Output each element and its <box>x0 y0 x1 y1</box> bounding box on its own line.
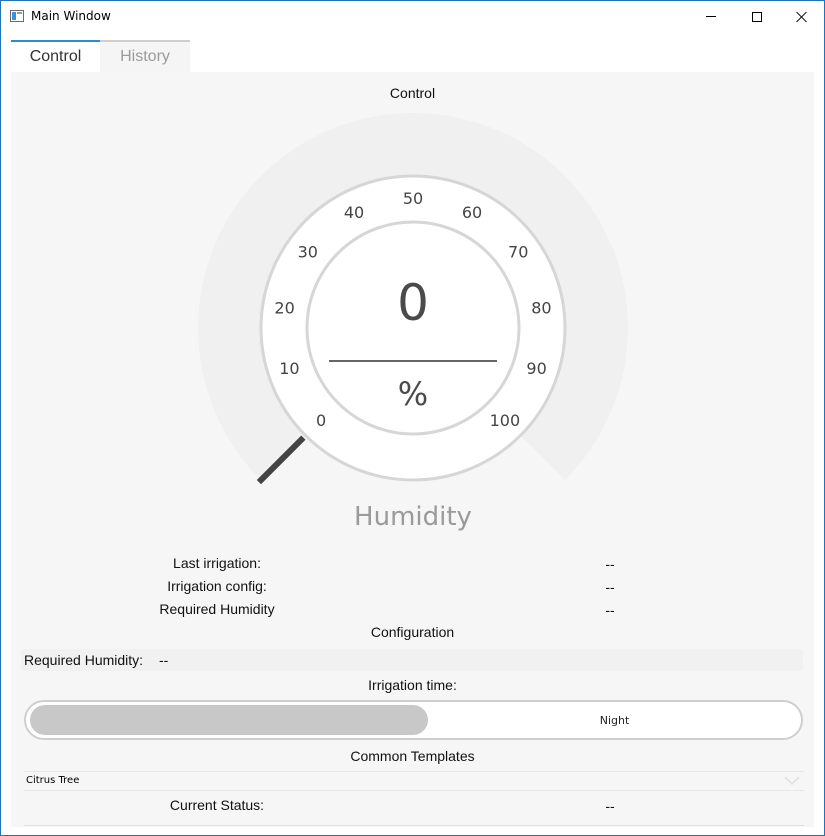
templates-selected-value: Citrus Tree <box>26 775 80 786</box>
title-bar: Main Window <box>1 1 824 32</box>
irrigation-config-label: Irrigation config: <box>167 578 267 594</box>
gauge-tick-60: 60 <box>462 203 482 222</box>
gauge-tick-20: 20 <box>274 299 294 318</box>
window-title: Main Window <box>31 9 111 23</box>
required-humidity-input[interactable]: Required Humidity: -- <box>21 649 803 671</box>
required-humidity-field-label: Required Humidity: <box>24 652 144 668</box>
tab-control[interactable]: Control <box>11 40 100 72</box>
gauge-tick-100: 100 <box>490 411 521 430</box>
gauge-tick-40: 40 <box>344 203 364 222</box>
close-icon <box>796 11 808 23</box>
gauge-tick-50: 50 <box>403 189 423 208</box>
gauge-tick-70: 70 <box>508 243 528 262</box>
app-window-icon <box>10 10 24 22</box>
maximize-icon <box>752 11 762 22</box>
tab-history[interactable]: History <box>100 40 190 72</box>
gauge-tick-0: 0 <box>316 411 326 430</box>
chevron-down-icon <box>784 776 800 786</box>
current-status-label: Current Status: <box>169 797 265 813</box>
last-irrigation-label: Last irrigation: <box>173 555 261 571</box>
gauge-value: 0 <box>397 274 429 332</box>
required-humidity-field-value: -- <box>159 652 169 668</box>
toggle-option-night[interactable]: Night <box>428 702 801 738</box>
gauge-unit: % <box>398 375 428 413</box>
gauge-tick-90: 90 <box>526 359 546 378</box>
toggle-knob[interactable] <box>30 705 428 735</box>
minimize-button[interactable] <box>688 1 734 32</box>
humidity-gauge: 0 10 20 30 40 50 60 70 80 90 100 0 % Humidity <box>198 113 628 532</box>
configuration-heading: Configuration <box>370 624 455 640</box>
gauge-tick-10: 10 <box>279 359 299 378</box>
control-panel: Control 0 10 20 30 40 50 60 70 80 90 100 0 % Humid… <box>11 72 814 827</box>
close-button[interactable] <box>779 1 825 32</box>
templates-dropdown[interactable]: Citrus Tree <box>24 771 804 791</box>
minimize-icon <box>706 16 716 17</box>
required-humidity-value: -- <box>605 602 615 618</box>
irrigation-time-toggle[interactable]: Night <box>24 700 803 740</box>
main-window: Main Window Control History Control 0 10 2… <box>0 0 825 836</box>
irrigation-config-value: -- <box>605 579 615 595</box>
gauge-tick-80: 80 <box>531 299 551 318</box>
required-humidity-label: Required Humidity <box>159 601 275 617</box>
control-heading: Control <box>389 85 436 101</box>
gauge-title: Humidity <box>354 502 472 532</box>
bottom-divider <box>24 825 804 826</box>
maximize-button[interactable] <box>734 1 780 32</box>
last-irrigation-value: -- <box>605 556 615 572</box>
current-status-value: -- <box>605 798 615 814</box>
common-templates-heading: Common Templates <box>350 748 475 764</box>
gauge-tick-30: 30 <box>298 243 318 262</box>
irrigation-time-label: Irrigation time: <box>368 677 457 693</box>
